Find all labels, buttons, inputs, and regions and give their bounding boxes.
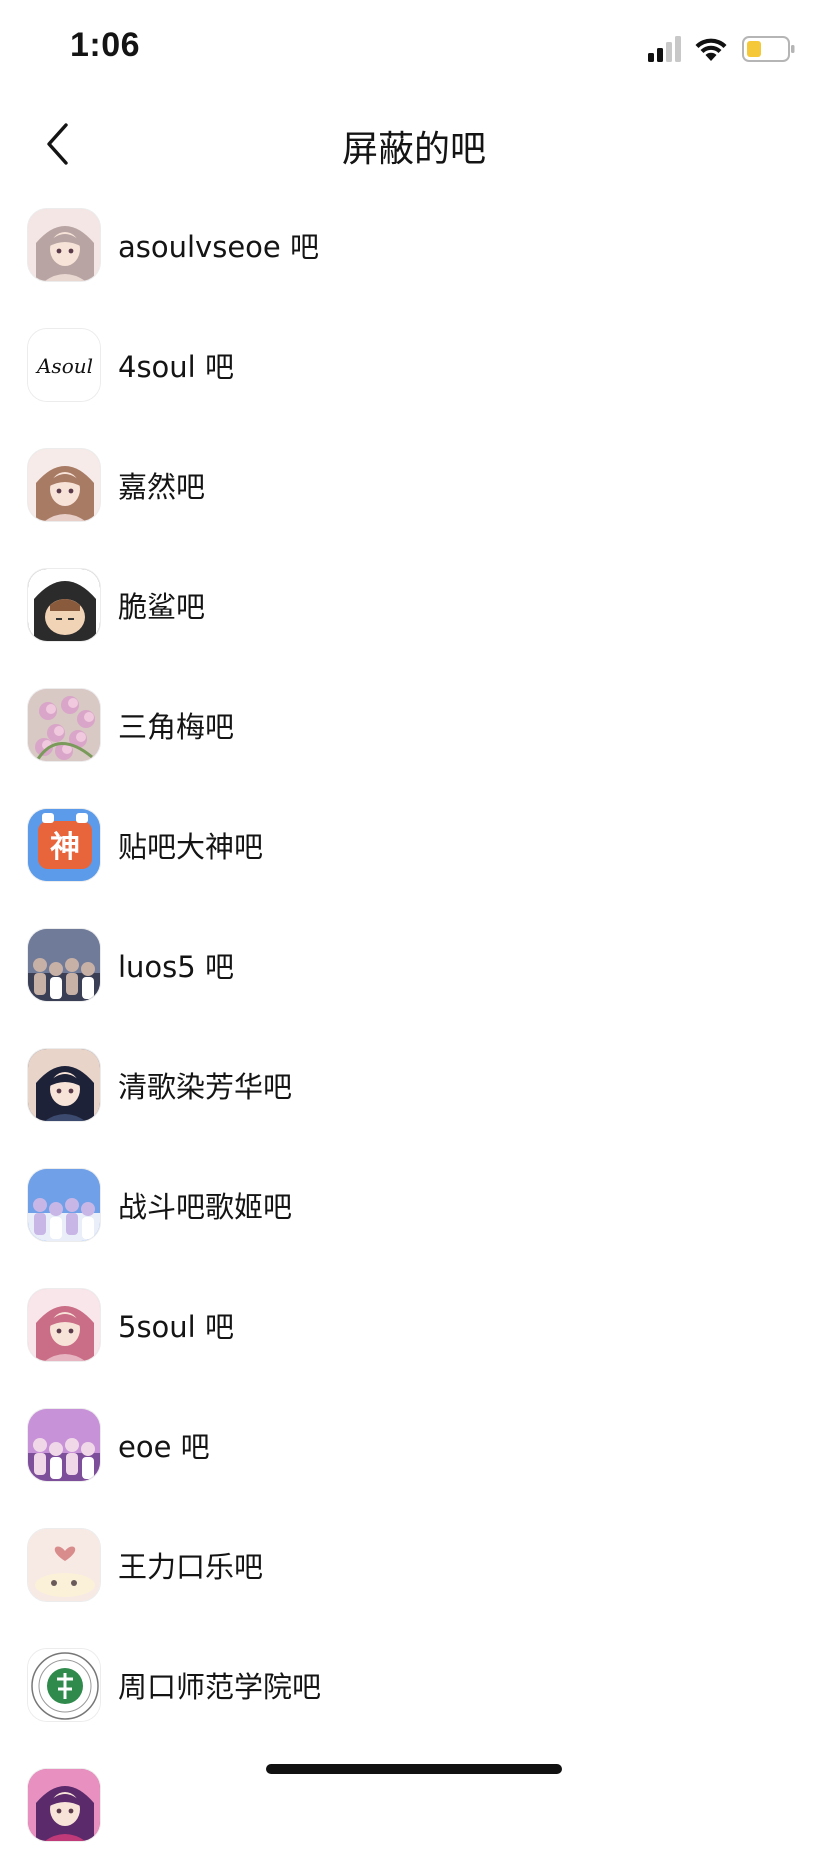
group-photo-avatar bbox=[28, 929, 100, 1001]
bar-name: 清歌染芳华吧 bbox=[118, 1070, 293, 1104]
anime-girl-avatar bbox=[28, 1769, 100, 1841]
bar-name: 王力口乐吧 bbox=[118, 1550, 264, 1584]
page-title: 屏蔽的吧 bbox=[341, 129, 486, 170]
bar-name: asoulvseoe 吧 bbox=[118, 230, 319, 264]
bar-name: 嘉然吧 bbox=[118, 470, 206, 504]
asoul-logo-avatar: Asoul bbox=[28, 329, 100, 401]
bar-avatar bbox=[27, 1048, 101, 1122]
wifi-icon bbox=[695, 38, 727, 61]
bar-item[interactable]: eoe 吧 bbox=[0, 1386, 828, 1506]
battery-fill bbox=[747, 41, 761, 57]
shen-badge-avatar: 神 bbox=[28, 809, 100, 881]
flower-avatar bbox=[28, 689, 100, 761]
bar-item[interactable]: 5soul 吧 bbox=[0, 1266, 828, 1386]
bar-name: 4soul 吧 bbox=[118, 350, 234, 384]
bar-name: 周口师范学院吧 bbox=[118, 1670, 322, 1704]
svg-text:神: 神 bbox=[50, 830, 80, 865]
battery-icon bbox=[742, 36, 795, 62]
bar-item[interactable]: Asoul 4soul 吧 bbox=[0, 306, 828, 426]
anime-girl-avatar bbox=[28, 1289, 100, 1361]
bar-avatar bbox=[27, 568, 101, 642]
bar-item[interactable]: 王力口乐吧 bbox=[0, 1506, 828, 1626]
group-anime-avatar bbox=[28, 1409, 100, 1481]
bar-avatar bbox=[27, 448, 101, 522]
bar-item[interactable]: asoulvseoe 吧 bbox=[0, 186, 828, 306]
bar-item[interactable]: luos5 吧 bbox=[0, 906, 828, 1026]
university-seal-avatar bbox=[28, 1649, 100, 1721]
bar-avatar bbox=[27, 1408, 101, 1482]
status-bar: 1:06 bbox=[0, 0, 828, 100]
bar-name: 战斗吧歌姬吧 bbox=[118, 1190, 293, 1224]
bar-name: 脆鲨吧 bbox=[118, 590, 206, 624]
bar-avatar bbox=[27, 688, 101, 762]
bar-name: 5soul 吧 bbox=[118, 1310, 234, 1344]
bar-item[interactable]: 三角梅吧 bbox=[0, 666, 828, 786]
bar-name: 三角梅吧 bbox=[118, 710, 235, 744]
cellular-signal-icon bbox=[648, 36, 681, 62]
bar-item[interactable]: 神 贴吧大神吧 bbox=[0, 786, 828, 906]
svg-text:Asoul: Asoul bbox=[35, 354, 93, 378]
bar-name: 贴吧大神吧 bbox=[118, 830, 264, 864]
bar-avatar: Asoul bbox=[27, 328, 101, 402]
bar-avatar: 神 bbox=[27, 808, 101, 882]
bar-item[interactable]: 清歌染芳华吧 bbox=[0, 1026, 828, 1146]
bar-item[interactable]: 嘉然吧 bbox=[0, 426, 828, 546]
group-anime-avatar bbox=[28, 1169, 100, 1241]
home-indicator[interactable] bbox=[266, 1764, 562, 1774]
nav-bar: 屏蔽的吧 bbox=[0, 100, 828, 200]
cartoon-avatar bbox=[28, 1529, 100, 1601]
bar-item[interactable]: 周口师范学院吧 bbox=[0, 1626, 828, 1746]
bar-name: luos5 吧 bbox=[118, 950, 234, 984]
dark-hair-girl-avatar bbox=[28, 1049, 100, 1121]
bar-avatar bbox=[27, 208, 101, 282]
bar-avatar bbox=[27, 1768, 101, 1842]
bar-item[interactable]: 战斗吧歌姬吧 bbox=[0, 1146, 828, 1266]
bar-avatar bbox=[27, 1168, 101, 1242]
status-time: 1:06 bbox=[70, 26, 141, 64]
bar-item[interactable]: 脆鲨吧 bbox=[0, 546, 828, 666]
bar-avatar bbox=[27, 928, 101, 1002]
bar-avatar bbox=[27, 1528, 101, 1602]
anime-girl-avatar bbox=[28, 449, 100, 521]
bar-name: eoe 吧 bbox=[118, 1430, 210, 1464]
blocked-bar-list: asoulvseoe 吧 Asoul 4soul 吧嘉然吧脆鲨吧三角梅吧神 贴吧大神吧… bbox=[0, 186, 828, 1866]
shark-girl-avatar bbox=[28, 569, 100, 641]
bar-avatar bbox=[27, 1288, 101, 1362]
bar-avatar bbox=[27, 1648, 101, 1722]
anime-girl-avatar bbox=[28, 209, 100, 281]
